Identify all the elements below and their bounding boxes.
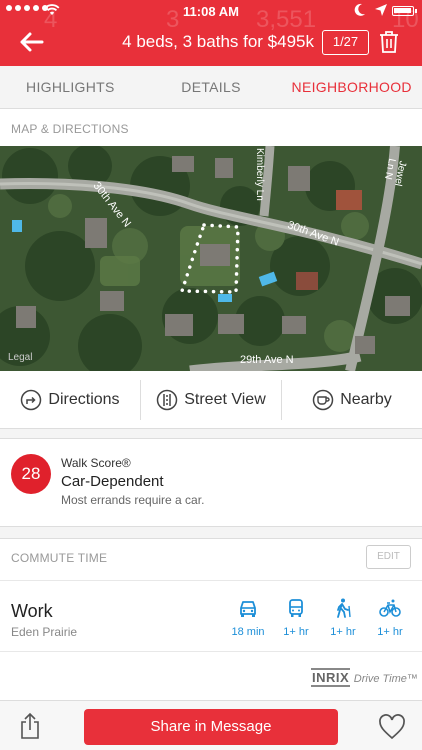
battery-icon xyxy=(392,6,417,16)
street-label: Kimberly Ln xyxy=(254,148,265,201)
commute-mode-bike[interactable]: 1+ hr xyxy=(372,597,408,638)
tab-neighborhood[interactable]: NEIGHBORHOOD xyxy=(281,66,422,108)
street-view-icon xyxy=(156,389,178,410)
directions-label: Directions xyxy=(48,390,120,408)
bus-icon xyxy=(289,599,303,617)
map-section-label: MAP & DIRECTIONS xyxy=(11,122,129,136)
car-time: 18 min xyxy=(231,626,265,638)
tab-details[interactable]: DETAILS xyxy=(141,66,282,108)
tab-highlights[interactable]: HIGHLIGHTS xyxy=(0,66,141,108)
drive-time-label: Drive Time™ xyxy=(353,673,418,685)
commute-destination-name: Work xyxy=(11,601,53,621)
directions-icon xyxy=(21,389,42,410)
commute-mode-bus[interactable]: 1+ hr xyxy=(278,597,314,638)
section-divider xyxy=(0,429,422,439)
bike-icon xyxy=(379,599,401,617)
inrix-logo: INRIX xyxy=(311,668,351,687)
walk-score-headline: Car-Dependent xyxy=(61,473,164,490)
location-icon xyxy=(375,4,387,16)
top-header: 4 3 3,551 10 11:08 AM 4 beds, 3 baths fo… xyxy=(0,0,422,66)
commute-destination-place: Eden Prairie xyxy=(11,625,78,639)
satellite-map[interactable]: 30th Ave N 30th Ave N 29th Ave N Kimberl… xyxy=(0,146,422,371)
commute-mode-car[interactable]: 18 min xyxy=(230,597,266,638)
walk-icon xyxy=(337,598,351,618)
commute-row[interactable]: Work Eden Prairie 18 min 1+ hr 1+ hr 1+ … xyxy=(0,580,422,652)
coffee-cup-icon xyxy=(312,389,334,410)
walk-score-description: Most errands require a car. xyxy=(61,493,205,507)
section-tabs: HIGHLIGHTS DETAILS NEIGHBORHOOD xyxy=(0,66,422,109)
listing-title: 4 beds, 3 baths for $495k xyxy=(122,32,314,51)
bike-time: 1+ hr xyxy=(377,626,403,638)
share-in-message-button[interactable]: Share in Message xyxy=(84,709,338,745)
walk-score-badge: 28 xyxy=(11,454,51,494)
inrix-attribution: INRIX Drive Time™ xyxy=(311,668,418,687)
walk-score-label: Walk Score® xyxy=(61,456,131,470)
status-bar: 11:08 AM xyxy=(0,0,422,22)
street-view-button[interactable]: Street View xyxy=(140,379,281,420)
photo-pager[interactable]: 1/27 xyxy=(322,30,369,55)
commute-section-label: COMMUTE TIME xyxy=(11,551,108,565)
walk-score-card[interactable]: 28 Walk Score® Car-Dependent Most errand… xyxy=(0,439,422,527)
trash-icon[interactable] xyxy=(378,30,400,54)
car-icon xyxy=(240,601,256,617)
nearby-label: Nearby xyxy=(340,390,392,408)
do-not-disturb-icon xyxy=(354,3,365,16)
street-view-label: Street View xyxy=(184,390,266,408)
nearby-button[interactable]: Nearby xyxy=(281,379,422,420)
legal-link[interactable]: Legal xyxy=(8,352,32,363)
directions-button[interactable]: Directions xyxy=(0,380,140,420)
map-actions: Directions Street View Nearby xyxy=(0,371,422,429)
map-image xyxy=(0,146,422,371)
share-icon[interactable] xyxy=(18,712,42,740)
bottom-toolbar: Share in Message xyxy=(0,700,422,750)
street-label: 29th Ave N xyxy=(240,354,294,366)
heart-icon[interactable] xyxy=(378,714,406,740)
edit-commute-button[interactable]: EDIT xyxy=(366,545,411,569)
walk-time: 1+ hr xyxy=(330,626,356,638)
back-arrow-icon[interactable] xyxy=(18,28,46,56)
section-divider xyxy=(0,527,422,539)
commute-mode-walk[interactable]: 1+ hr xyxy=(325,597,361,638)
bus-time: 1+ hr xyxy=(283,626,309,638)
